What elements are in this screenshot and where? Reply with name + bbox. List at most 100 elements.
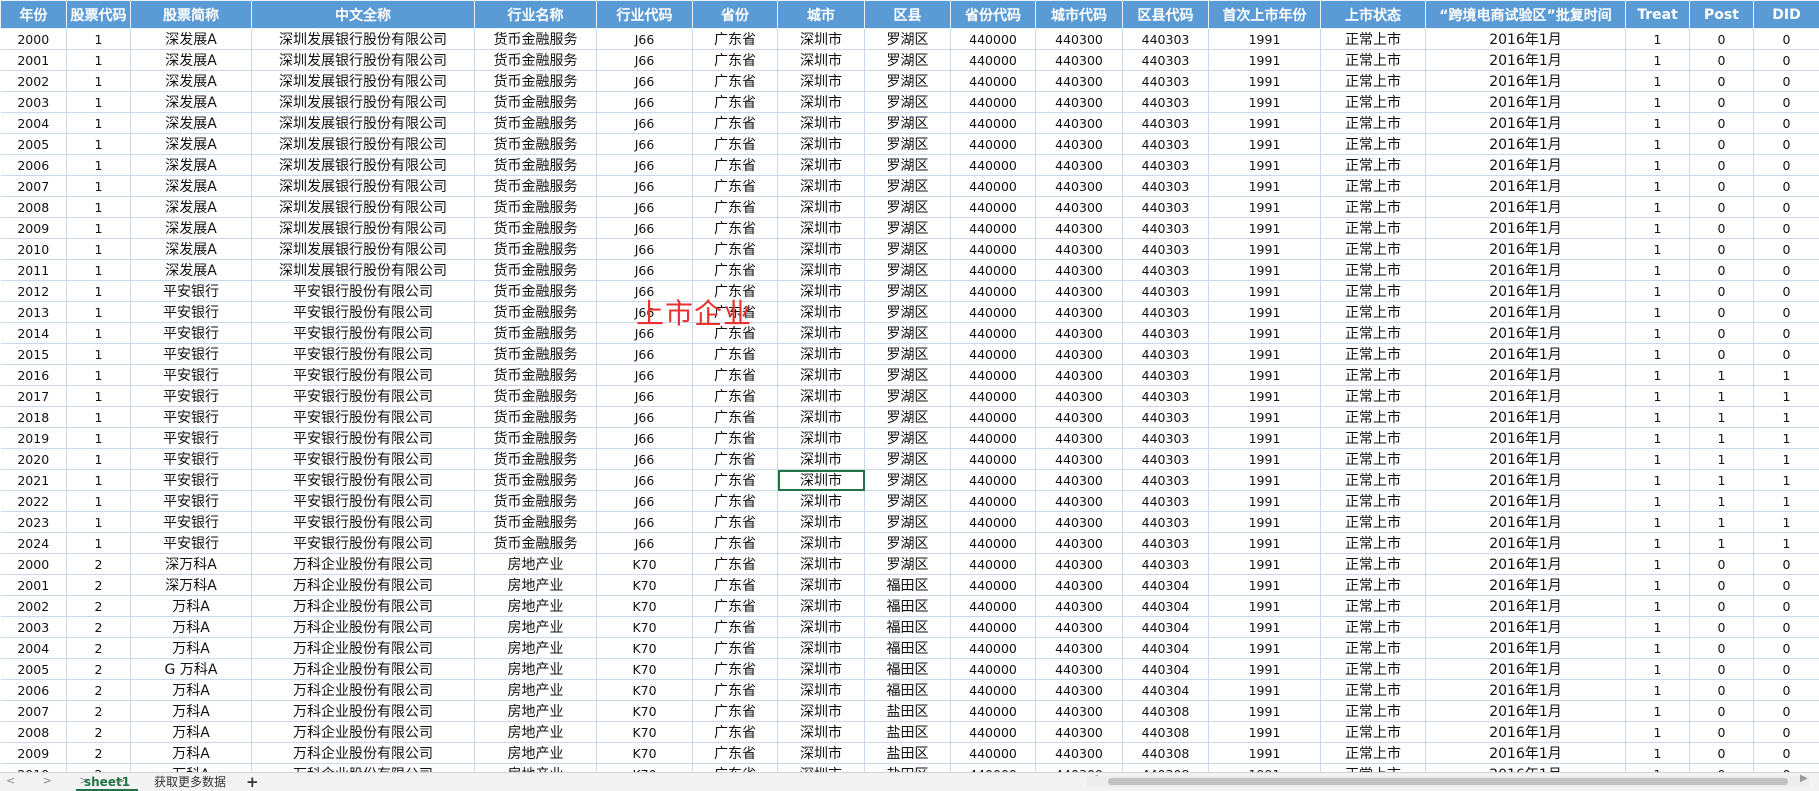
table-cell[interactable]: 440303	[1123, 281, 1209, 302]
table-cell[interactable]: 1	[67, 344, 131, 365]
table-cell[interactable]: 440303	[1123, 512, 1209, 533]
table-cell[interactable]: 房地产业	[475, 722, 597, 743]
table-cell[interactable]: 广东省	[693, 617, 778, 638]
table-cell[interactable]: 1991	[1209, 659, 1321, 680]
table-cell[interactable]: 万科A	[131, 596, 252, 617]
table-cell[interactable]: K70	[597, 659, 693, 680]
table-cell[interactable]: 深圳市	[778, 155, 865, 176]
table-cell[interactable]: 深圳市	[778, 575, 865, 596]
table-cell[interactable]: 广东省	[693, 197, 778, 218]
table-cell[interactable]: 440303	[1123, 491, 1209, 512]
table-cell[interactable]: 2023	[1, 512, 67, 533]
table-cell[interactable]: 1	[1690, 491, 1754, 512]
table-cell[interactable]: 440000	[951, 638, 1036, 659]
table-cell[interactable]: 440300	[1036, 113, 1123, 134]
table-cell[interactable]: K70	[597, 680, 693, 701]
table-cell[interactable]: 440300	[1036, 512, 1123, 533]
table-cell[interactable]: 0	[1754, 722, 1819, 743]
table-cell[interactable]: 2000	[1, 554, 67, 575]
table-cell[interactable]: J66	[597, 281, 693, 302]
table-cell[interactable]: 440308	[1123, 743, 1209, 764]
table-cell[interactable]: 2	[67, 659, 131, 680]
table-cell[interactable]: 货币金融服务	[475, 281, 597, 302]
table-cell[interactable]: 1991	[1209, 323, 1321, 344]
table-cell[interactable]: 货币金融服务	[475, 155, 597, 176]
table-cell[interactable]: 货币金融服务	[475, 344, 597, 365]
table-cell[interactable]: 440308	[1123, 764, 1209, 773]
table-cell[interactable]: 440000	[951, 323, 1036, 344]
table-cell[interactable]: 1991	[1209, 302, 1321, 323]
table-cell[interactable]: 平安银行股份有限公司	[252, 491, 475, 512]
table-cell[interactable]: 440000	[951, 491, 1036, 512]
table-cell[interactable]: 深圳市	[778, 386, 865, 407]
table-cell[interactable]: 货币金融服务	[475, 197, 597, 218]
table-cell[interactable]: 深圳市	[778, 50, 865, 71]
table-cell[interactable]: 440000	[951, 512, 1036, 533]
table-cell[interactable]: 万科企业股份有限公司	[252, 680, 475, 701]
table-cell[interactable]: 正常上市	[1321, 155, 1426, 176]
tab-sheet1[interactable]: sheet1	[76, 773, 138, 791]
table-cell[interactable]: 440303	[1123, 29, 1209, 50]
table-cell[interactable]: 2005	[1, 659, 67, 680]
table-cell[interactable]: 万科企业股份有限公司	[252, 617, 475, 638]
table-cell[interactable]: 2016年1月	[1426, 281, 1626, 302]
table-cell[interactable]: 福田区	[865, 680, 951, 701]
table-cell[interactable]: 440300	[1036, 575, 1123, 596]
table-cell[interactable]: 正常上市	[1321, 260, 1426, 281]
table-cell[interactable]: J66	[597, 71, 693, 92]
table-cell[interactable]: 深圳市	[778, 596, 865, 617]
table-cell[interactable]: 2016年1月	[1426, 155, 1626, 176]
table-cell[interactable]: 广东省	[693, 533, 778, 554]
table-cell[interactable]: 440300	[1036, 260, 1123, 281]
table-cell[interactable]: 1	[67, 218, 131, 239]
table-cell[interactable]: 0	[1754, 575, 1819, 596]
table-cell[interactable]: 1991	[1209, 638, 1321, 659]
table-cell[interactable]: 1	[1626, 764, 1690, 773]
table-cell[interactable]: 深发展A	[131, 71, 252, 92]
table-cell[interactable]: 罗湖区	[865, 323, 951, 344]
table-cell[interactable]: 广东省	[693, 344, 778, 365]
table-cell[interactable]: 2016年1月	[1426, 260, 1626, 281]
table-cell[interactable]: 440000	[951, 470, 1036, 491]
table-cell[interactable]: 广东省	[693, 386, 778, 407]
table-cell[interactable]: 0	[1690, 218, 1754, 239]
table-cell[interactable]: J66	[597, 239, 693, 260]
table-cell[interactable]: 货币金融服务	[475, 134, 597, 155]
table-cell[interactable]: 1991	[1209, 386, 1321, 407]
table-cell[interactable]: 1	[1626, 743, 1690, 764]
table-cell[interactable]: 1991	[1209, 554, 1321, 575]
table-cell[interactable]: 2016年1月	[1426, 764, 1626, 773]
table-cell[interactable]: 货币金融服务	[475, 365, 597, 386]
table-cell[interactable]: 1991	[1209, 512, 1321, 533]
table-cell[interactable]: 罗湖区	[865, 176, 951, 197]
table-cell[interactable]: 0	[1690, 71, 1754, 92]
table-cell[interactable]: 2016年1月	[1426, 365, 1626, 386]
table-cell[interactable]: 1991	[1209, 680, 1321, 701]
table-cell[interactable]: 盐田区	[865, 764, 951, 773]
column-header[interactable]: 股票简称	[131, 1, 252, 29]
column-header[interactable]: 股票代码	[67, 1, 131, 29]
table-cell[interactable]: 深圳市	[778, 134, 865, 155]
table-cell[interactable]: 正常上市	[1321, 197, 1426, 218]
table-cell[interactable]: 深圳发展银行股份有限公司	[252, 92, 475, 113]
table-cell[interactable]: 广东省	[693, 155, 778, 176]
table-cell[interactable]: 0	[1690, 701, 1754, 722]
table-cell[interactable]: 2018	[1, 407, 67, 428]
table-cell[interactable]: 深圳市	[778, 407, 865, 428]
table-cell[interactable]: 深圳市	[778, 554, 865, 575]
table-cell[interactable]: 2016年1月	[1426, 722, 1626, 743]
table-cell[interactable]: 1	[1626, 554, 1690, 575]
table-cell[interactable]: 货币金融服务	[475, 260, 597, 281]
table-cell[interactable]: 1	[67, 197, 131, 218]
table-cell[interactable]: 房地产业	[475, 701, 597, 722]
table-cell[interactable]: 正常上市	[1321, 575, 1426, 596]
table-cell[interactable]: J66	[597, 29, 693, 50]
table-cell[interactable]: 广东省	[693, 302, 778, 323]
table-cell[interactable]: 0	[1754, 323, 1819, 344]
table-cell[interactable]: 2016年1月	[1426, 596, 1626, 617]
table-cell[interactable]: 2016年1月	[1426, 302, 1626, 323]
table-cell[interactable]: 平安银行	[131, 512, 252, 533]
table-cell[interactable]: 440303	[1123, 197, 1209, 218]
table-cell[interactable]: 440000	[951, 260, 1036, 281]
table-cell[interactable]: 1991	[1209, 470, 1321, 491]
